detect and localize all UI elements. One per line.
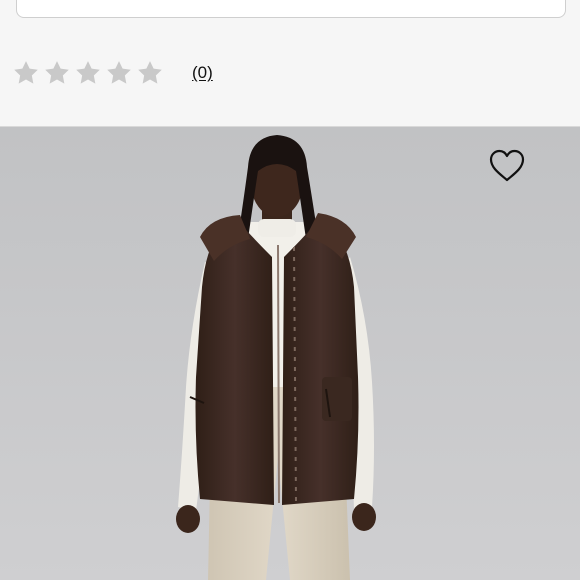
star-icon [12,59,40,87]
top-input-box[interactable] [16,0,566,18]
star-icon [105,59,133,87]
rating-row: (0) [12,56,213,90]
star-icon [136,59,164,87]
product-photo [0,127,580,580]
review-count-link[interactable]: (0) [192,63,213,83]
star-icon [74,59,102,87]
product-page: (0) [0,0,580,580]
wishlist-button[interactable] [488,148,526,184]
star-rating [12,59,164,87]
star-icon [43,59,71,87]
product-image[interactable] [0,127,580,580]
heart-outline-icon [489,149,525,182]
